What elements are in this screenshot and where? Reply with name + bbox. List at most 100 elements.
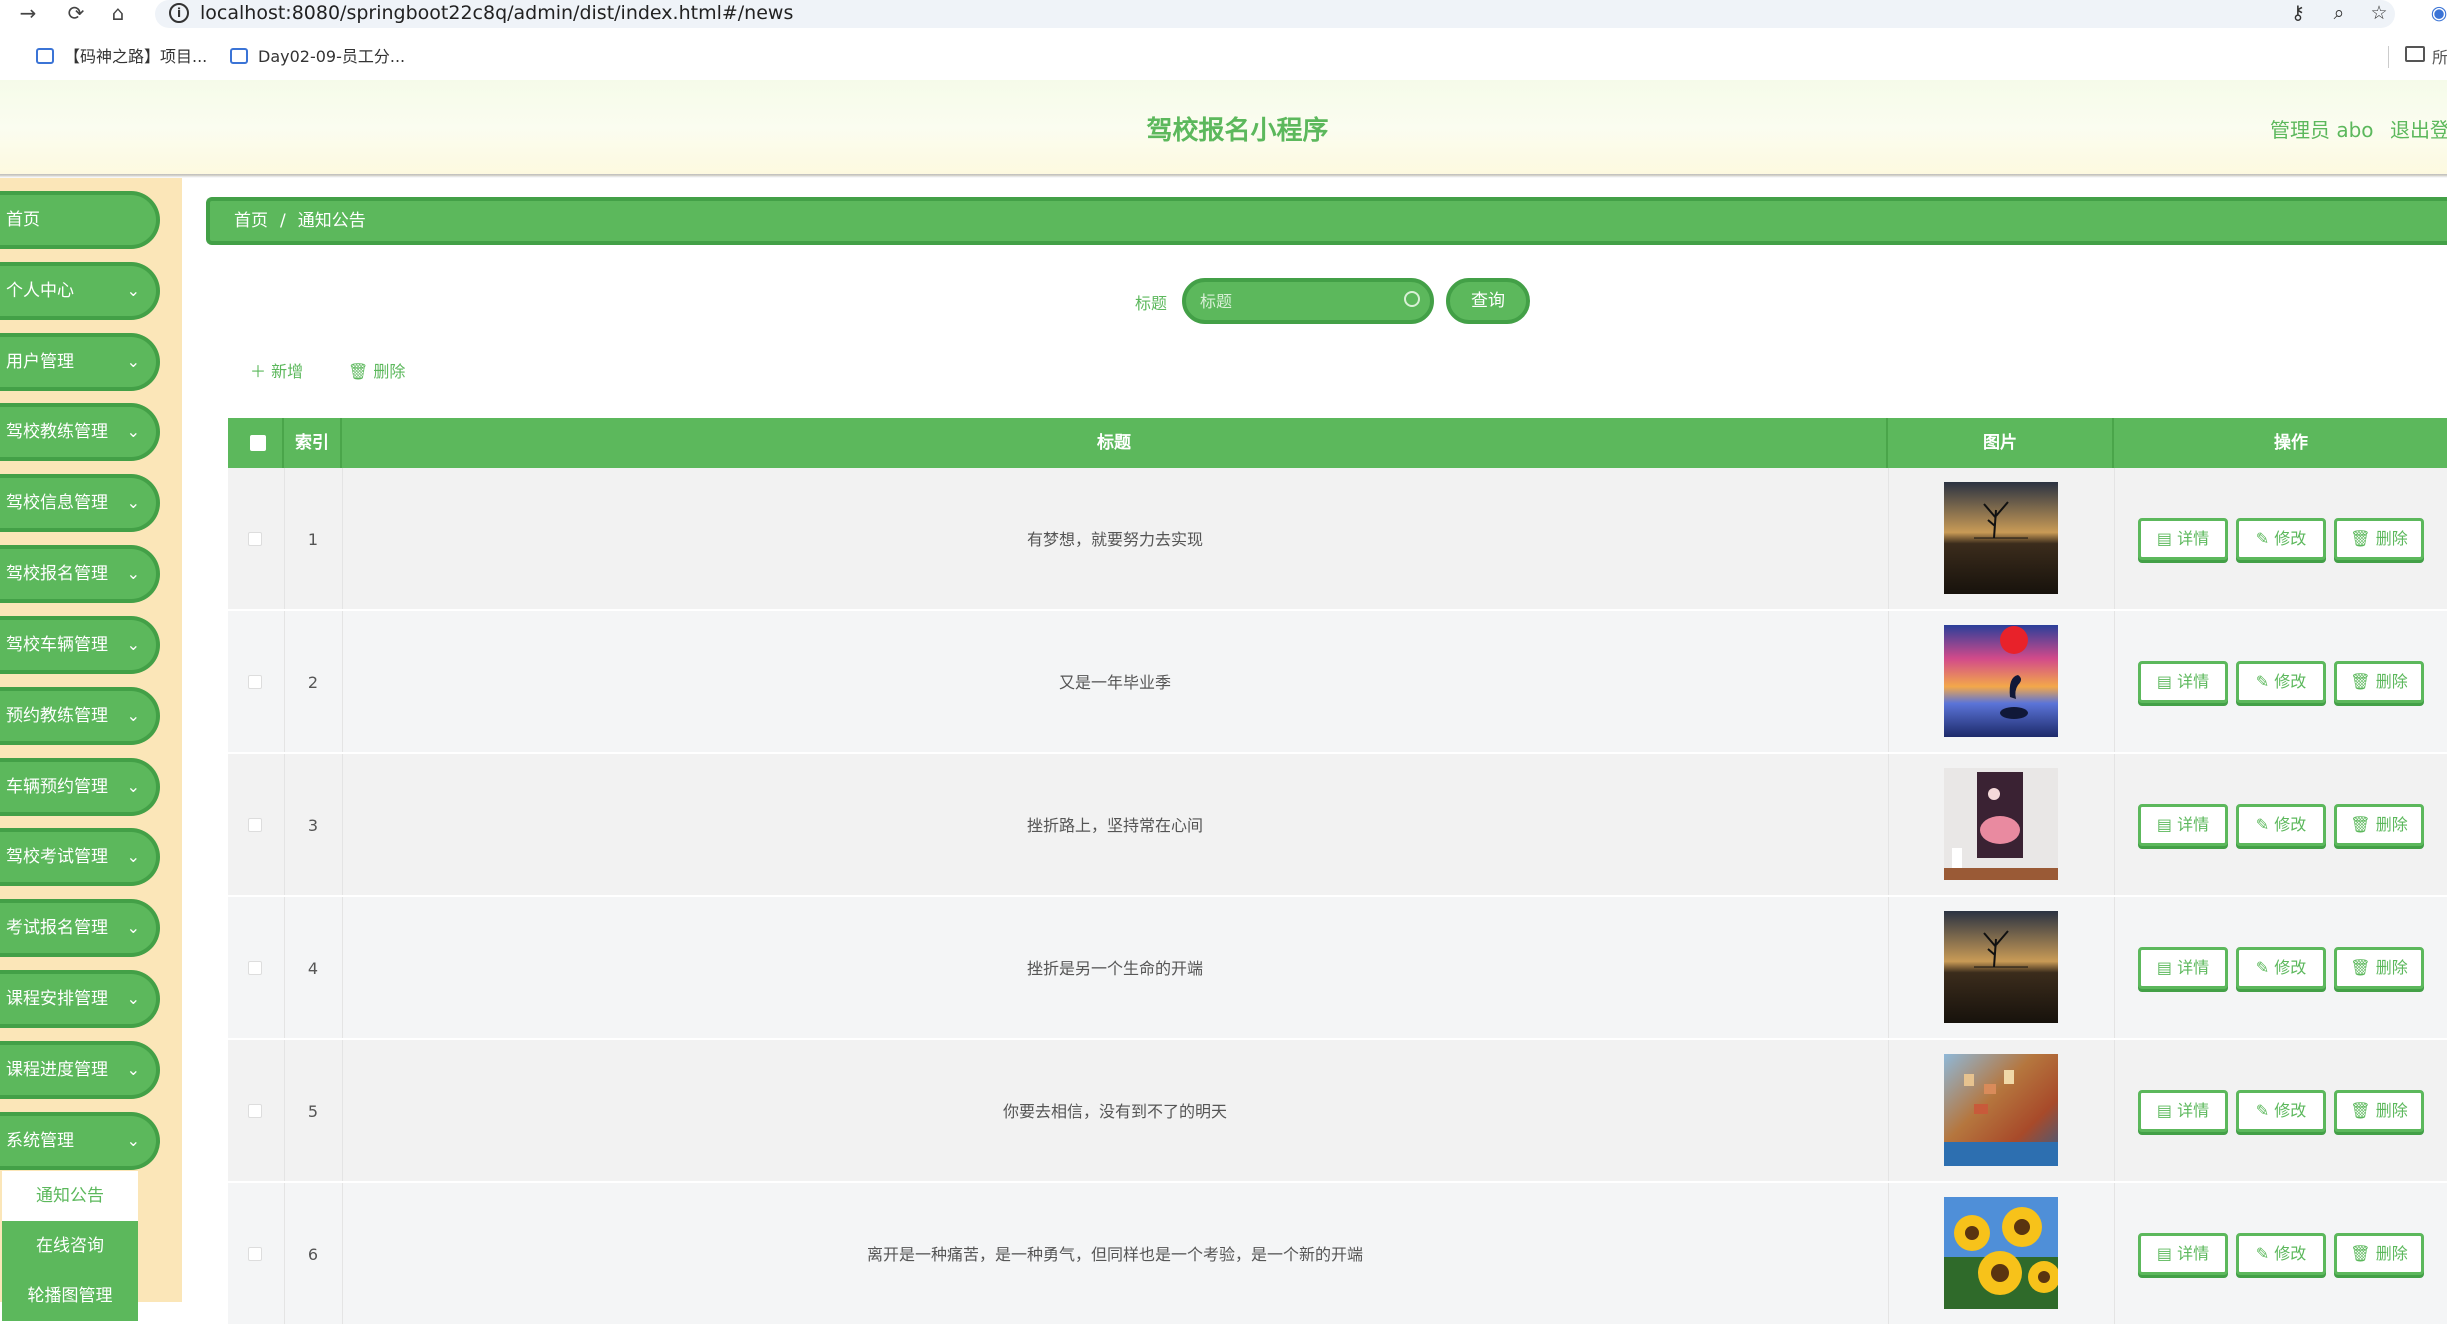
edit-button[interactable]: ✎ 修改 <box>2236 947 2326 989</box>
breadcrumb-current: 通知公告 <box>297 211 366 231</box>
sidebar-item-coaches[interactable]: 驾校教练管理 ⌄ <box>0 403 160 461</box>
password-key-icon[interactable]: ⚷ <box>2283 0 2313 26</box>
document-icon: ▤ <box>2156 815 2178 834</box>
submenu-item-consult[interactable]: 在线咨询 <box>2 1221 138 1271</box>
bookmark-item[interactable]: Day02-09-员工分... <box>230 46 405 68</box>
sidebar-item-exam-enrollment[interactable]: 考试报名管理 ⌄ <box>0 899 160 957</box>
chevron-down-icon: ⌄ <box>126 847 140 866</box>
url-text[interactable]: localhost:8080/springboot22c8q/admin/dis… <box>200 0 793 26</box>
edit-button[interactable]: ✎ 修改 <box>2236 661 2326 703</box>
edit-button[interactable]: ✎ 修改 <box>2236 518 2326 560</box>
sidebar-item-school-info[interactable]: 驾校信息管理 ⌄ <box>0 474 160 532</box>
breadcrumb: 首页 / 通知公告 <box>206 197 2447 245</box>
table-row: 3 挫折路上，坚持常在心间 ▤ 详情 ✎ 修改 🗑 删除 <box>228 754 2447 897</box>
column-divider <box>2114 754 2115 895</box>
trash-icon: 🗑 <box>2350 672 2376 691</box>
chevron-down-icon: ⌄ <box>126 1131 140 1150</box>
sidebar-item-system[interactable]: 系统管理 ⌄ <box>0 1112 160 1170</box>
folder-icon[interactable] <box>2405 46 2425 62</box>
profile-icon[interactable]: ◉ <box>2424 0 2447 26</box>
add-button[interactable]: ＋ 新增 <box>250 358 303 382</box>
sidebar-item-vehicles[interactable]: 驾校车辆管理 ⌄ <box>0 616 160 674</box>
edit-button[interactable]: ✎ 修改 <box>2236 804 2326 846</box>
bookmark-favicon-icon <box>36 48 54 64</box>
site-info-icon[interactable]: i <box>169 3 189 23</box>
column-divider <box>2114 468 2115 609</box>
batch-delete-button[interactable]: 🗑 删除 <box>348 358 405 382</box>
submenu-item-carousel[interactable]: 轮播图管理 <box>2 1271 138 1321</box>
detail-button[interactable]: ▤ 详情 <box>2138 947 2228 989</box>
detail-button[interactable]: ▤ 详情 <box>2138 661 2228 703</box>
chevron-down-icon: ⌄ <box>126 706 140 725</box>
row-delete-button[interactable]: 🗑 删除 <box>2334 804 2424 846</box>
sidebar-item-vehicle-booking[interactable]: 车辆预约管理 ⌄ <box>0 758 160 816</box>
search-label: 标题 <box>1135 294 1168 313</box>
app-title: 驾校报名小程序 <box>1146 116 1329 146</box>
bookmark-item[interactable]: 【码神之路】项目... <box>36 46 207 68</box>
bookmark-star-icon[interactable]: ☆ <box>2364 0 2394 26</box>
sidebar-item-users[interactable]: 用户管理 ⌄ <box>0 333 160 391</box>
select-all-checkbox[interactable] <box>250 435 266 451</box>
sidebar-item-enrollment[interactable]: 驾校报名管理 ⌄ <box>0 545 160 603</box>
query-button[interactable]: 查询 <box>1446 278 1530 324</box>
column-divider <box>1888 1040 1889 1181</box>
column-divider <box>2114 1183 2115 1324</box>
logout-link[interactable]: 退出登 <box>2390 114 2447 143</box>
chevron-down-icon: ⌄ <box>126 635 140 654</box>
sidebar-item-course-progress[interactable]: 课程进度管理 ⌄ <box>0 1041 160 1099</box>
all-bookmarks-label[interactable]: 所 <box>2432 44 2447 68</box>
row-delete-button[interactable]: 🗑 删除 <box>2334 947 2424 989</box>
column-divider <box>1888 468 1889 609</box>
header-title: 标题 <box>342 418 1888 468</box>
address-bar[interactable]: i localhost:8080/springboot22c8q/admin/d… <box>155 0 2395 28</box>
reload-icon[interactable]: ⟳ <box>62 0 90 26</box>
table-row: 5 你要去相信，没有到不了的明天 ▤ 详情 ✎ 修改 🗑 删除 <box>228 1040 2447 1183</box>
home-icon[interactable]: ⌂ <box>104 0 132 26</box>
forward-icon[interactable]: → <box>14 0 42 26</box>
row-delete-button[interactable]: 🗑 删除 <box>2334 518 2424 560</box>
document-icon: ▤ <box>2156 529 2178 548</box>
row-checkbox[interactable] <box>248 961 262 975</box>
chevron-down-icon: ⌄ <box>126 564 140 583</box>
breadcrumb-separator: / <box>280 211 286 231</box>
detail-button[interactable]: ▤ 详情 <box>2138 518 2228 560</box>
column-divider <box>2114 897 2115 1038</box>
row-title: 又是一年毕业季 <box>1058 673 1171 692</box>
sidebar-item-personal-center[interactable]: 个人中心 ⌄ <box>0 262 160 320</box>
detail-button[interactable]: ▤ 详情 <box>2138 804 2228 846</box>
sidebar-item-home[interactable]: 首页 <box>0 191 160 249</box>
submenu-item-notices[interactable]: 通知公告 <box>2 1171 138 1221</box>
plus-icon: ＋ <box>250 362 272 381</box>
detail-button[interactable]: ▤ 详情 <box>2138 1233 2228 1275</box>
row-checkbox[interactable] <box>248 818 262 832</box>
row-checkbox[interactable] <box>248 1247 262 1261</box>
detail-button[interactable]: ▤ 详情 <box>2138 1090 2228 1132</box>
search-input[interactable] <box>1200 288 1380 314</box>
edit-button[interactable]: ✎ 修改 <box>2236 1233 2326 1275</box>
sidebar-item-course-schedule[interactable]: 课程安排管理 ⌄ <box>0 970 160 1028</box>
row-delete-button[interactable]: 🗑 删除 <box>2334 661 2424 703</box>
row-checkbox[interactable] <box>248 1104 262 1118</box>
header-image: 图片 <box>1888 418 2114 468</box>
header-divider <box>0 174 2447 178</box>
chevron-down-icon: ⌄ <box>126 989 140 1008</box>
row-checkbox[interactable] <box>248 532 262 546</box>
table-row: 6 离开是一种痛苦，是一种勇气，但同样也是一个考验，是一个新的开端 ▤ 详情 ✎… <box>228 1183 2447 1326</box>
table-row: 1 有梦想，就要努力去实现 ▤ 详情 ✎ 修改 🗑 删除 <box>228 468 2447 611</box>
header-select-cell <box>228 418 284 468</box>
row-title: 你要去相信，没有到不了的明天 <box>1002 1102 1227 1121</box>
zoom-icon[interactable]: ⌕ <box>2324 0 2354 26</box>
trash-icon: 🗑 <box>348 362 374 381</box>
sidebar-item-coach-booking[interactable]: 预约教练管理 ⌄ <box>0 687 160 745</box>
sidebar: 首页 个人中心 ⌄ 用户管理 ⌄ 驾校教练管理 ⌄ 驾校信息管理 ⌄ 驾校报名管理 ⌄ 驾… <box>0 178 182 1321</box>
row-delete-button[interactable]: 🗑 删除 <box>2334 1233 2424 1275</box>
row-delete-button[interactable]: 🗑 删除 <box>2334 1090 2424 1132</box>
browser-toolbar: → ⟳ ⌂ i localhost:8080/springboot22c8q/a… <box>0 0 2447 34</box>
row-checkbox[interactable] <box>248 675 262 689</box>
breadcrumb-home[interactable]: 首页 <box>234 211 268 231</box>
search-box[interactable] <box>1182 278 1434 324</box>
column-divider <box>2114 611 2115 752</box>
edit-button[interactable]: ✎ 修改 <box>2236 1090 2326 1132</box>
sidebar-item-exams[interactable]: 驾校考试管理 ⌄ <box>0 828 160 886</box>
row-image <box>1944 911 2058 1023</box>
